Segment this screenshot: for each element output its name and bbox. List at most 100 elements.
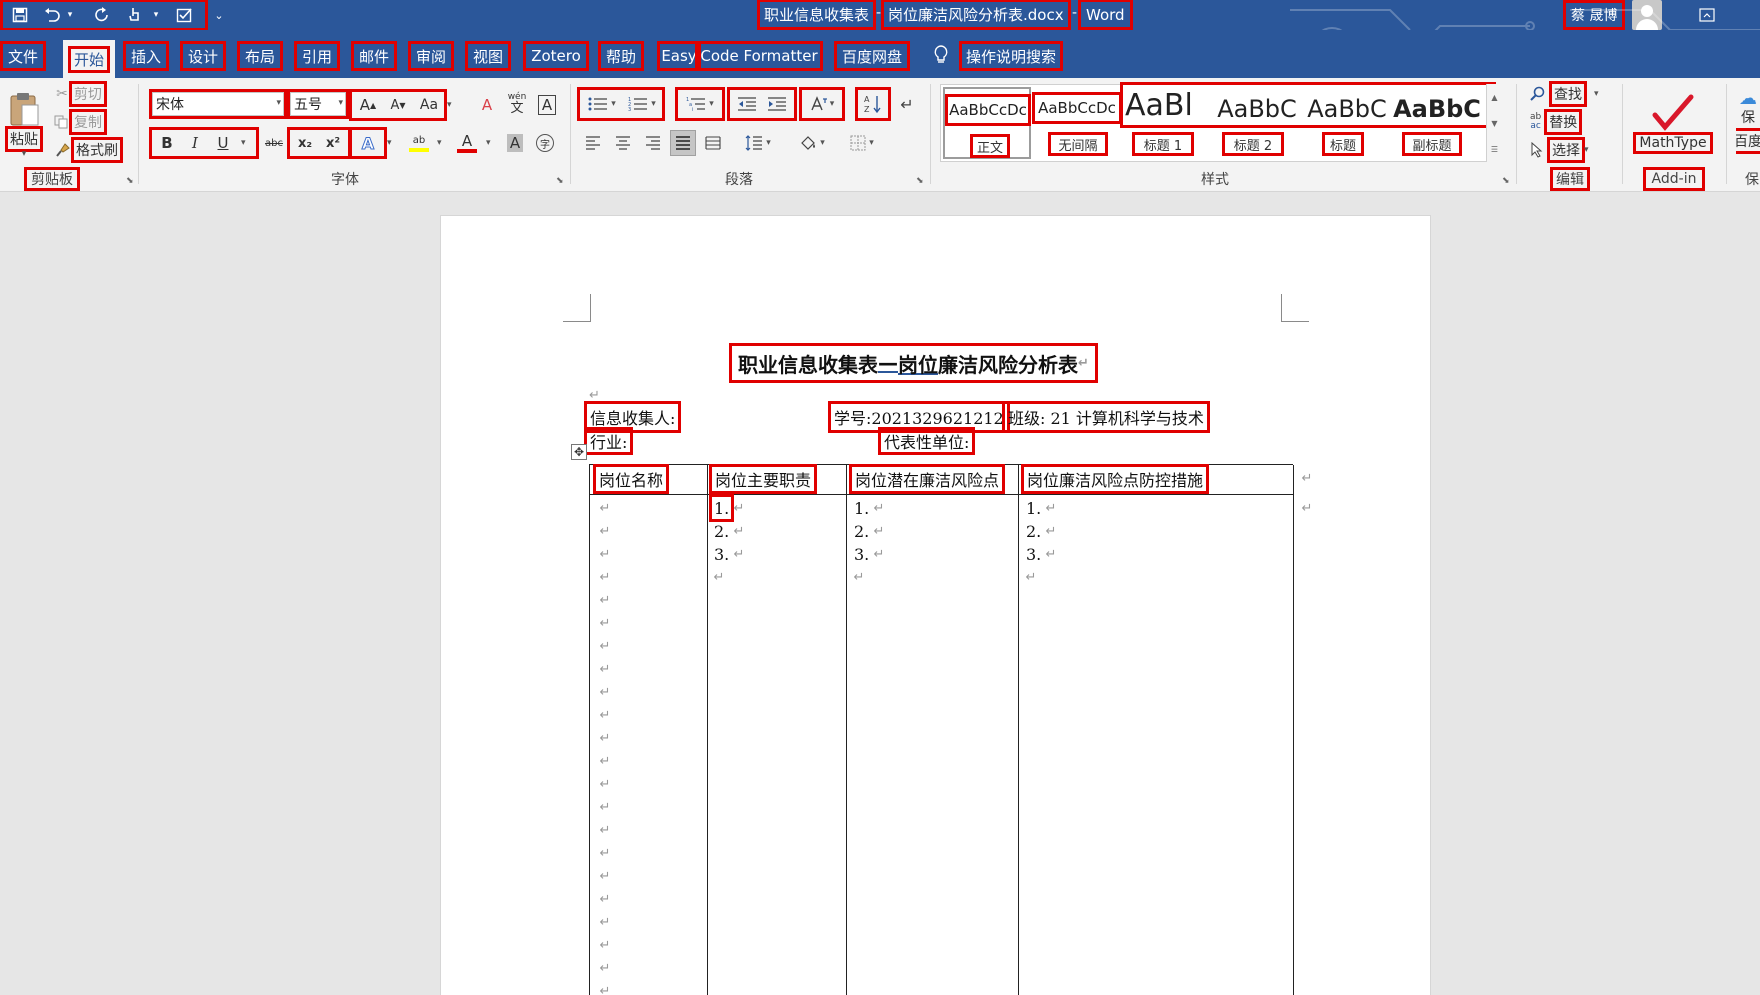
- strikethrough-button[interactable]: abc: [260, 131, 288, 155]
- multilevel-list-button[interactable]: 1ai ▾: [675, 87, 725, 121]
- subscript-button[interactable]: x₂: [292, 131, 318, 155]
- table-header-cell[interactable]: 岗位名称: [592, 464, 670, 494]
- gallery-more-icon[interactable]: ☰: [1491, 145, 1498, 154]
- duty-item-number[interactable]: 2.: [712, 520, 731, 542]
- styles-gallery-scroll[interactable]: ▲ ▼ ☰: [1486, 84, 1502, 162]
- customize-quick-access-icon[interactable]: ⌄: [212, 2, 226, 28]
- tab-file[interactable]: 文件: [0, 41, 46, 71]
- tab-layout[interactable]: 布局: [237, 41, 283, 71]
- text-effects-dropdown-icon[interactable]: ▾: [387, 138, 392, 148]
- superscript-button[interactable]: x²: [320, 131, 346, 155]
- checkmark-doc-icon[interactable]: [174, 2, 196, 28]
- tab-home[interactable]: 开始: [63, 40, 115, 78]
- justify-button[interactable]: [670, 130, 696, 156]
- cut-button[interactable]: ✂ 剪切: [52, 81, 108, 107]
- character-shading-button[interactable]: A: [502, 131, 528, 155]
- industry-label[interactable]: 行业:: [583, 427, 634, 455]
- touch-mode-icon[interactable]: [124, 2, 146, 28]
- tab-mailings[interactable]: 邮件: [351, 41, 397, 71]
- paragraph-launcher-icon[interactable]: ⬊: [916, 176, 926, 186]
- align-right-button[interactable]: [640, 130, 666, 156]
- copy-button[interactable]: 复制: [48, 109, 110, 135]
- select-dropdown-icon[interactable]: ▾: [1584, 145, 1589, 155]
- unit-label[interactable]: 代表性单位:: [877, 427, 976, 455]
- underline-button[interactable]: U: [210, 131, 236, 155]
- tab-easy[interactable]: Easy: [657, 41, 701, 71]
- class-text[interactable]: 班级: 21 计算机科学与技术: [1002, 401, 1210, 433]
- undo-dropdown-icon[interactable]: ▾: [64, 2, 76, 28]
- tab-zotero[interactable]: Zotero: [523, 41, 589, 71]
- align-center-button[interactable]: [610, 130, 636, 156]
- font-size-dropdown-icon[interactable]: ▾: [338, 98, 343, 108]
- bullets-button[interactable]: ▾: [582, 92, 622, 116]
- duty-item-number[interactable]: 3.: [712, 543, 731, 565]
- select-button[interactable]: 选择 ▾: [1530, 137, 1610, 163]
- font-color-button[interactable]: A: [452, 131, 482, 155]
- gallery-up-icon[interactable]: ▲: [1491, 93, 1497, 102]
- measure-item-number[interactable]: 3.: [1024, 543, 1043, 565]
- change-case-dropdown-icon[interactable]: ▾: [447, 100, 452, 110]
- clipboard-launcher-icon[interactable]: ⬊: [126, 176, 136, 186]
- enclose-characters-button[interactable]: 字: [532, 131, 558, 155]
- find-dropdown-icon[interactable]: ▾: [1594, 89, 1599, 99]
- font-size-combo[interactable]: 五号 ▾: [287, 89, 349, 119]
- table-header-cell[interactable]: 岗位廉洁风险点防控措施: [1020, 464, 1210, 494]
- paste-button[interactable]: 粘贴 ▾: [4, 84, 44, 166]
- underline-dropdown-icon[interactable]: ▾: [241, 138, 246, 148]
- tab-code-formatter[interactable]: Code Formatter: [695, 41, 823, 71]
- risk-item-number[interactable]: 3.: [852, 543, 871, 565]
- risk-item-number[interactable]: 2.: [852, 520, 871, 542]
- replace-button[interactable]: ab ac 替换: [1530, 109, 1600, 135]
- font-name-combo[interactable]: 宋体 ▾: [149, 89, 287, 119]
- shading-button[interactable]: ▾: [792, 130, 832, 156]
- duty-item-number[interactable]: 1.: [708, 494, 735, 522]
- tab-help[interactable]: 帮助: [598, 41, 644, 71]
- font-color-dropdown-icon[interactable]: ▾: [486, 138, 491, 148]
- change-case-button[interactable]: Aa: [414, 93, 444, 117]
- font-name-dropdown-icon[interactable]: ▾: [276, 98, 281, 108]
- paste-dropdown-icon[interactable]: ▾: [22, 149, 27, 159]
- shrink-font-button[interactable]: A ▼: [384, 93, 412, 117]
- borders-button[interactable]: ▾: [842, 130, 882, 156]
- tab-design[interactable]: 设计: [180, 41, 226, 71]
- measure-item-number[interactable]: 2.: [1024, 520, 1043, 542]
- sort-button[interactable]: AZ: [855, 87, 891, 121]
- tell-me-search[interactable]: 操作说明搜索: [959, 41, 1063, 71]
- style-title[interactable]: AaBbC 标题: [1303, 87, 1391, 159]
- gallery-down-icon[interactable]: ▼: [1491, 119, 1497, 128]
- mathtype-button[interactable]: MathType: [1630, 82, 1716, 162]
- table-header-cell[interactable]: 岗位主要职责: [708, 464, 818, 494]
- student-id-text[interactable]: 学号:2021329621212: [828, 401, 1010, 433]
- decrease-indent-button[interactable]: [732, 92, 762, 116]
- baidu-save-button[interactable]: ☁ 保 百度: [1736, 82, 1760, 162]
- increase-indent-button[interactable]: [762, 92, 792, 116]
- grow-font-button[interactable]: A ▲: [354, 93, 382, 117]
- tab-references[interactable]: 引用: [294, 41, 340, 71]
- document-heading[interactable]: 职业信息收集表 — 岗位 廉洁风险分析表 ↵: [729, 343, 1098, 383]
- document-page[interactable]: 职业信息收集表 — 岗位 廉洁风险分析表 ↵ ↵ 信息收集人: 学号:20213…: [440, 215, 1431, 995]
- collector-label[interactable]: 信息收集人:: [583, 401, 682, 433]
- align-left-button[interactable]: [580, 130, 606, 156]
- character-border-button[interactable]: A: [534, 93, 560, 117]
- risk-item-number[interactable]: 1.: [852, 497, 871, 519]
- redo-icon[interactable]: [90, 2, 114, 28]
- show-marks-button[interactable]: ↵: [894, 92, 920, 116]
- clear-formatting-button[interactable]: A: [474, 93, 500, 117]
- save-icon[interactable]: [8, 2, 32, 28]
- measure-item-number[interactable]: 1.: [1024, 497, 1043, 519]
- style-heading-2[interactable]: AaBbC 标题 2: [1213, 87, 1301, 159]
- document-area[interactable]: 职业信息收集表 — 岗位 廉洁风险分析表 ↵ ↵ 信息收集人: 学号:20213…: [0, 192, 1760, 995]
- style-heading-1[interactable]: AaBl 标题 1: [1120, 82, 1496, 159]
- tab-view[interactable]: 视图: [465, 41, 511, 71]
- tab-insert[interactable]: 插入: [123, 41, 169, 71]
- highlight-dropdown-icon[interactable]: ▾: [437, 138, 442, 148]
- highlight-button[interactable]: ab: [404, 131, 434, 155]
- font-launcher-icon[interactable]: ⬊: [556, 176, 566, 186]
- format-painter-button[interactable]: 格式刷: [52, 137, 124, 163]
- style-normal[interactable]: AaBbCcDc 正文: [943, 87, 1031, 159]
- touch-dropdown-icon[interactable]: ▾: [150, 2, 162, 28]
- line-spacing-button[interactable]: ▾: [738, 130, 778, 156]
- bold-button[interactable]: B: [154, 131, 180, 155]
- styles-launcher-icon[interactable]: ⬊: [1502, 176, 1512, 186]
- find-button[interactable]: 查找 ▾: [1530, 81, 1610, 107]
